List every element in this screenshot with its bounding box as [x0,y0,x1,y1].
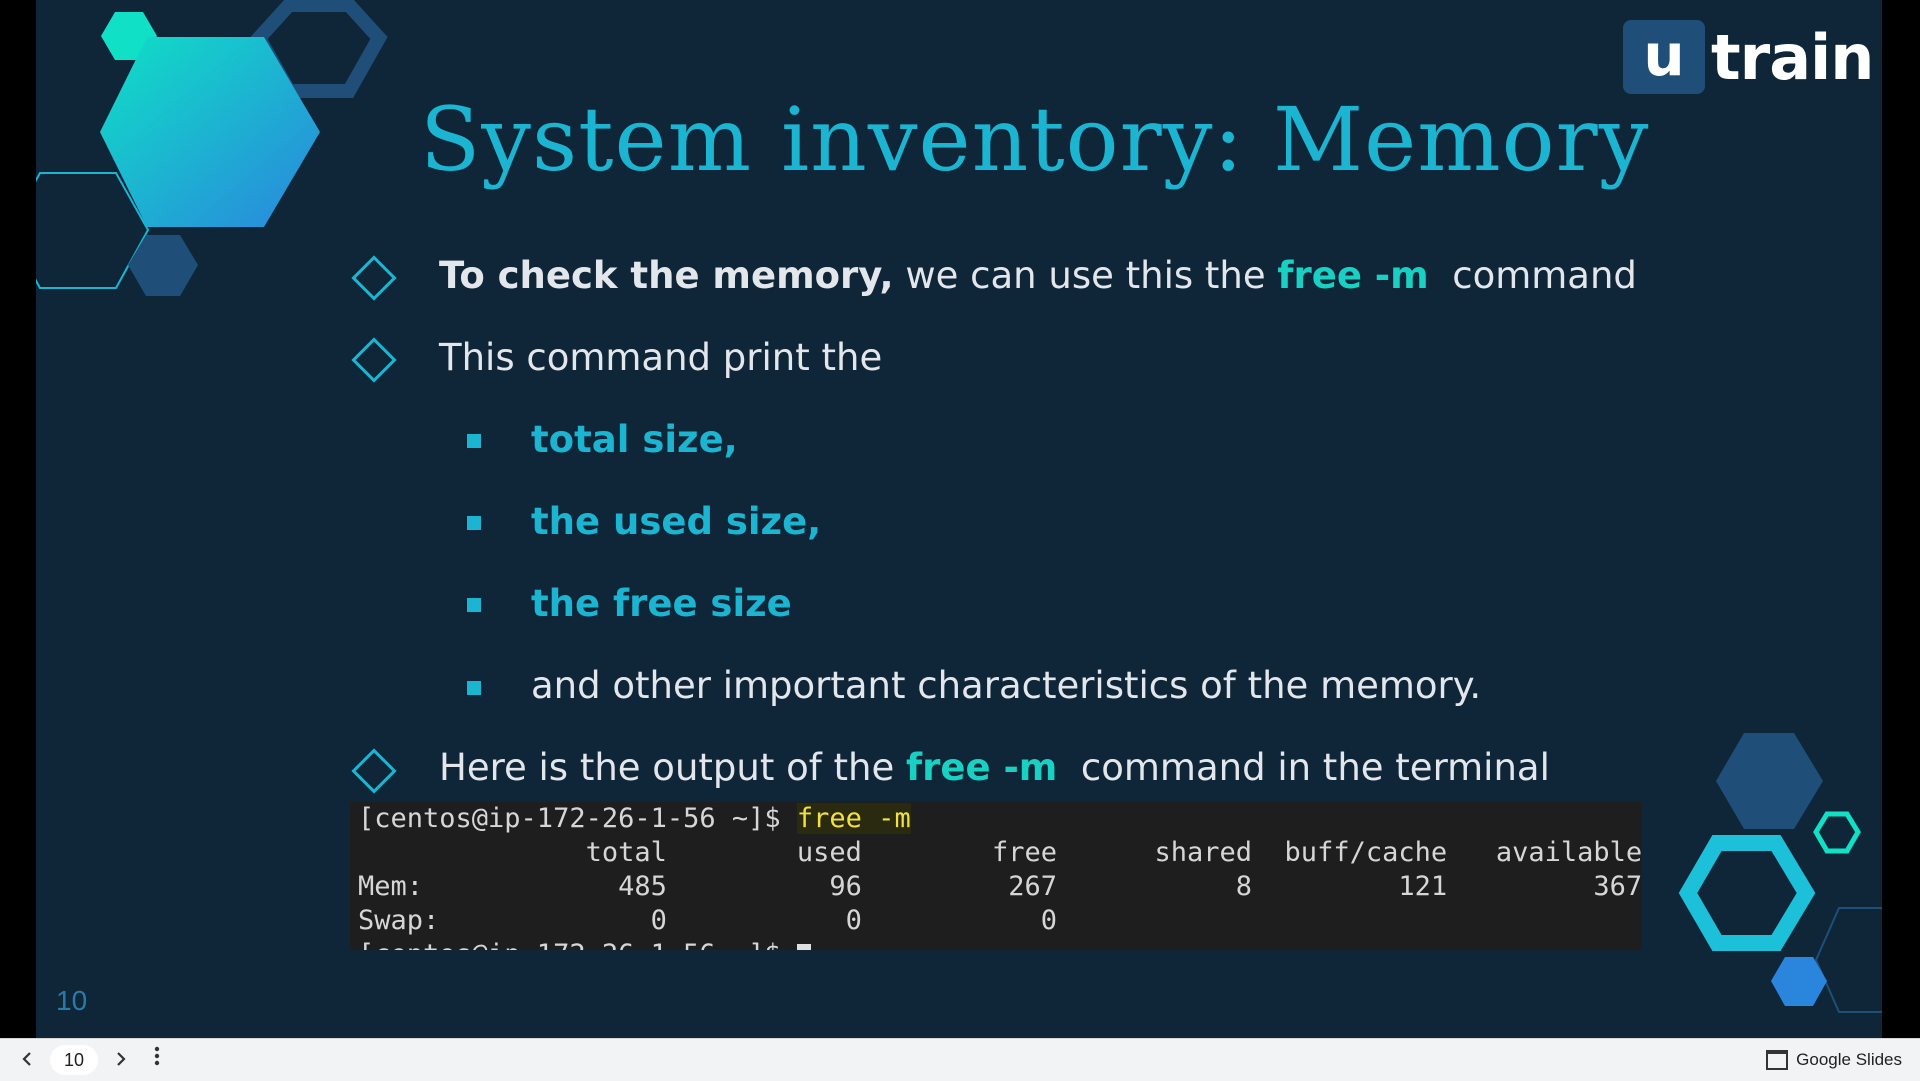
hex-br-outline-large [1678,835,1816,951]
hex-br-outline-thin [1814,907,1882,1013]
bullet-text: Here is the output of the [439,746,907,789]
slide: u train System inventory: Memory To chec… [36,0,1882,1038]
google-slides-link[interactable]: Google Slides [1766,1039,1902,1081]
sub-bullet-used-size: the used size, [531,500,822,543]
hex-br-outline-small [1813,811,1861,854]
bullet-bold-text: To check the memory, [439,254,894,297]
bullet-command-prints: This command print the [439,336,882,379]
square-bullet-icon [467,681,481,695]
terminal-output: [centos@ip-172-26-1-56 ~]$ free -m total… [350,802,1642,950]
command-highlight: free -m [906,746,1058,789]
utrain-logo: u train [1623,20,1874,94]
terminal-cursor [796,944,811,950]
chevron-right-icon [117,1052,126,1066]
sub-bullet-free-size: the free size [531,582,792,625]
terminal-command: free -m [796,803,911,834]
presentation-toolbar: 10 Google Slides [0,1038,1920,1081]
bullet-text: This command print the [439,336,883,379]
chevron-left-icon [22,1052,31,1066]
terminal-row-swap: Swap: 0 0 0 [358,905,1057,936]
sub-bullet-other-characteristics: and other important characteristics of t… [531,664,1482,707]
terminal-header: total used free shared buff/cache availa… [358,837,1642,868]
slide-page-number: 10 [56,985,88,1016]
square-bullet-icon [467,598,481,612]
terminal-last-prompt: [centos@ip-172-26-1-56 ~]$ [358,939,797,950]
current-page-indicator[interactable]: 10 [50,1045,98,1075]
square-bullet-icon [467,434,481,448]
terminal-row-mem: Mem: 485 96 267 8 121 367 [358,871,1642,902]
bullet-after-text: command [1428,254,1637,297]
command-highlight: free -m [1277,254,1429,297]
more-vert-icon [154,1046,160,1066]
slide-title: System inventory: Memory [420,88,1650,191]
logo-word: train [1711,20,1874,94]
bullet-check-memory: To check the memory, we can use this the… [439,254,1637,297]
hex-br-navy [1716,733,1823,829]
terminal-prompt: [centos@ip-172-26-1-56 ~]$ [358,803,797,834]
hex-small-navy [128,235,198,296]
square-bullet-icon [467,516,481,530]
app-label: Google Slides [1796,1050,1902,1069]
terminal-last-prompt-line: [centos@ip-172-26-1-56 ~]$ [358,938,811,950]
sub-bullet-total-size: total size, [531,418,738,461]
previous-slide-button[interactable] [12,1039,42,1081]
slides-icon [1766,1050,1789,1070]
logo-letter: u [1623,20,1705,94]
bullet-text: we can use this the [893,254,1278,297]
hex-large-gradient [100,37,320,227]
bullet-output-terminal: Here is the output of the free -m comman… [439,746,1550,789]
terminal-prompt-line: [centos@ip-172-26-1-56 ~]$ free -m [358,802,911,836]
next-slide-button[interactable] [106,1039,136,1081]
more-options-button[interactable] [142,1039,172,1081]
bullet-after-text: command in the terminal [1057,746,1550,789]
